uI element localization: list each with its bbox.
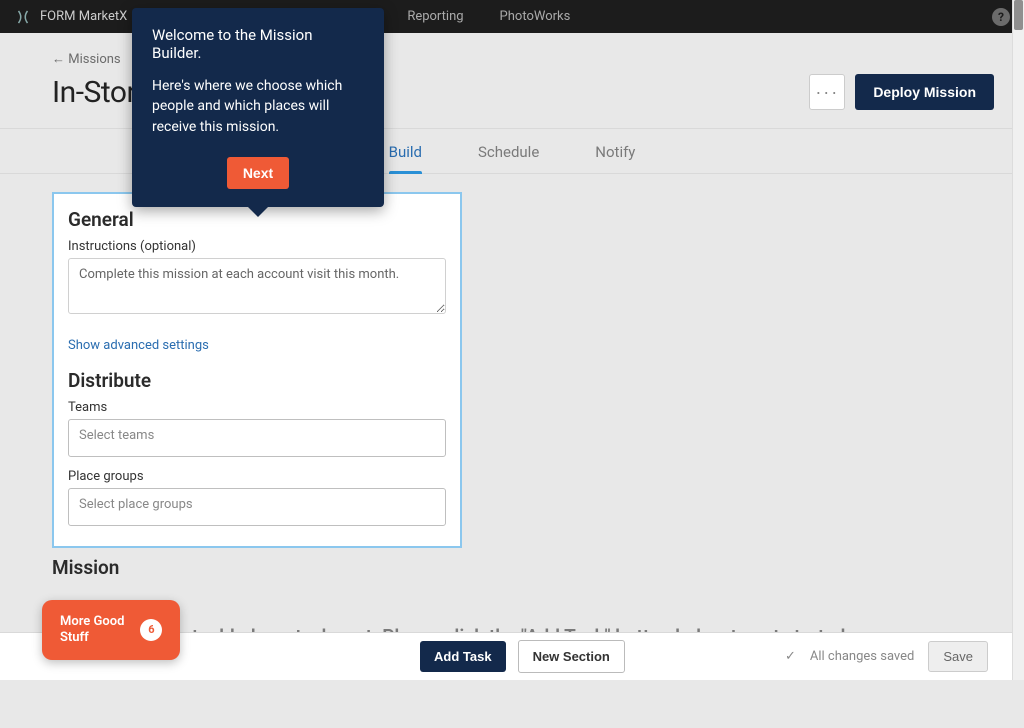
instructions-label: Instructions (optional) (68, 239, 446, 254)
help-icon[interactable]: ? (992, 8, 1010, 26)
place-groups-placeholder-text: Select place groups (79, 497, 193, 512)
tab-schedule[interactable]: Schedule (478, 129, 539, 173)
brand-name: FORM MarketX (40, 9, 127, 24)
brand-logo-icon (14, 8, 32, 26)
brand-group: FORM MarketX (14, 8, 127, 26)
announcements-label: More Good Stuff (60, 614, 124, 647)
highlighted-panel: General Instructions (optional) Complete… (52, 192, 462, 548)
teams-label: Teams (68, 400, 446, 415)
nav-reporting[interactable]: Reporting (407, 9, 463, 24)
teams-select[interactable]: Select teams (68, 419, 446, 457)
onboarding-tooltip: Welcome to the Mission Builder. Here's w… (132, 8, 384, 207)
teams-placeholder-text: Select teams (79, 428, 154, 443)
tab-notify[interactable]: Notify (595, 129, 635, 173)
save-status-text: All changes saved (810, 649, 915, 664)
add-task-button[interactable]: Add Task (420, 641, 506, 672)
vertical-scrollbar[interactable] (1012, 0, 1024, 680)
tooltip-body: Here's where we choose which people and … (152, 76, 364, 137)
announcements-count-badge: 6 (140, 619, 162, 641)
instructions-textarea[interactable]: Complete this mission at each account vi… (68, 258, 446, 314)
back-to-missions-link[interactable]: ← Missions (52, 51, 136, 67)
check-icon: ✓ (785, 649, 796, 664)
distribute-heading: Distribute (68, 369, 446, 392)
page-title: In-Stor (52, 75, 136, 110)
more-actions-button[interactable]: ··· (809, 74, 845, 110)
announcements-pill[interactable]: More Good Stuff 6 (42, 600, 180, 661)
tooltip-next-button[interactable]: Next (227, 157, 289, 189)
save-status-group: ✓ All changes saved Save (785, 641, 988, 672)
nav-photoworks[interactable]: PhotoWorks (500, 9, 571, 24)
scrollbar-thumb[interactable] (1014, 0, 1023, 30)
tooltip-caret-icon (248, 207, 268, 217)
place-groups-select[interactable]: Select place groups (68, 488, 446, 526)
new-section-button[interactable]: New Section (518, 640, 625, 673)
show-advanced-settings-link[interactable]: Show advanced settings (68, 338, 209, 353)
tooltip-title: Welcome to the Mission Builder. (152, 26, 364, 62)
top-nav-links: Reporting PhotoWorks (407, 9, 570, 24)
tab-build[interactable]: Build (389, 129, 422, 173)
deploy-mission-button[interactable]: Deploy Mission (855, 74, 994, 110)
save-button[interactable]: Save (928, 641, 988, 672)
place-groups-label: Place groups (68, 469, 446, 484)
mission-heading: Mission (52, 556, 994, 579)
